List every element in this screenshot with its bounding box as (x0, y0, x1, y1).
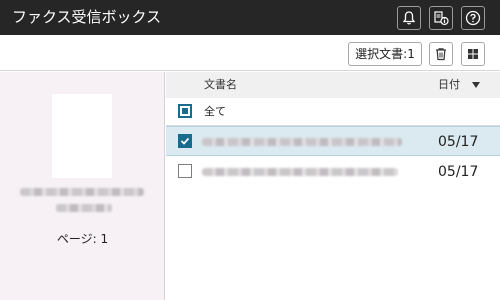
document-list: 文書名 日付 全て 05/17 05/17 (166, 72, 500, 300)
select-all-row[interactable]: 全て (166, 98, 500, 126)
select-all-label: 全て (204, 105, 226, 118)
bell-icon (402, 11, 416, 25)
delete-button[interactable] (429, 42, 453, 66)
select-all-checkbox[interactable] (178, 104, 192, 118)
row-date: 05/17 (438, 164, 479, 180)
list-header: 文書名 日付 (166, 72, 500, 98)
page-title: ファクス受信ボックス (12, 8, 162, 26)
preview-pane: ページ: 1 (0, 72, 165, 300)
row-date: 05/17 (438, 134, 479, 150)
row-checkbox-checked[interactable] (178, 134, 192, 148)
grid-view-button[interactable] (461, 42, 485, 66)
fax-info-button[interactable] (429, 6, 453, 30)
column-document-name[interactable]: 文書名 (204, 72, 237, 98)
help-icon (465, 10, 481, 26)
checkmark-icon (180, 137, 190, 145)
selected-documents-button[interactable]: 選択文書:1 (348, 42, 422, 66)
fax-inbox-screen: ファクス受信ボックス 選択文書:1 ページ: 1 文書名 日付 全て 05/17… (0, 0, 500, 300)
trash-icon (436, 48, 446, 61)
list-item[interactable]: 05/17 (166, 157, 500, 187)
toolbar: 選択文書:1 (0, 35, 500, 71)
blurred-document-name (202, 138, 402, 146)
document-thumbnail[interactable] (52, 94, 112, 178)
list-item[interactable]: 05/17 (166, 126, 500, 156)
column-date[interactable]: 日付 (438, 72, 460, 98)
row-checkbox[interactable] (178, 164, 192, 178)
blurred-document-name-line2 (56, 204, 112, 212)
grid-view-icon (468, 49, 478, 59)
fax-info-icon (434, 11, 449, 26)
blurred-document-name (202, 168, 398, 176)
sort-descending-icon[interactable] (472, 81, 480, 89)
notification-button[interactable] (397, 6, 421, 30)
blurred-document-name (20, 188, 144, 196)
page-indicator: ページ: 1 (56, 232, 109, 246)
header-bar: ファクス受信ボックス (0, 0, 500, 35)
help-button[interactable] (461, 6, 485, 30)
